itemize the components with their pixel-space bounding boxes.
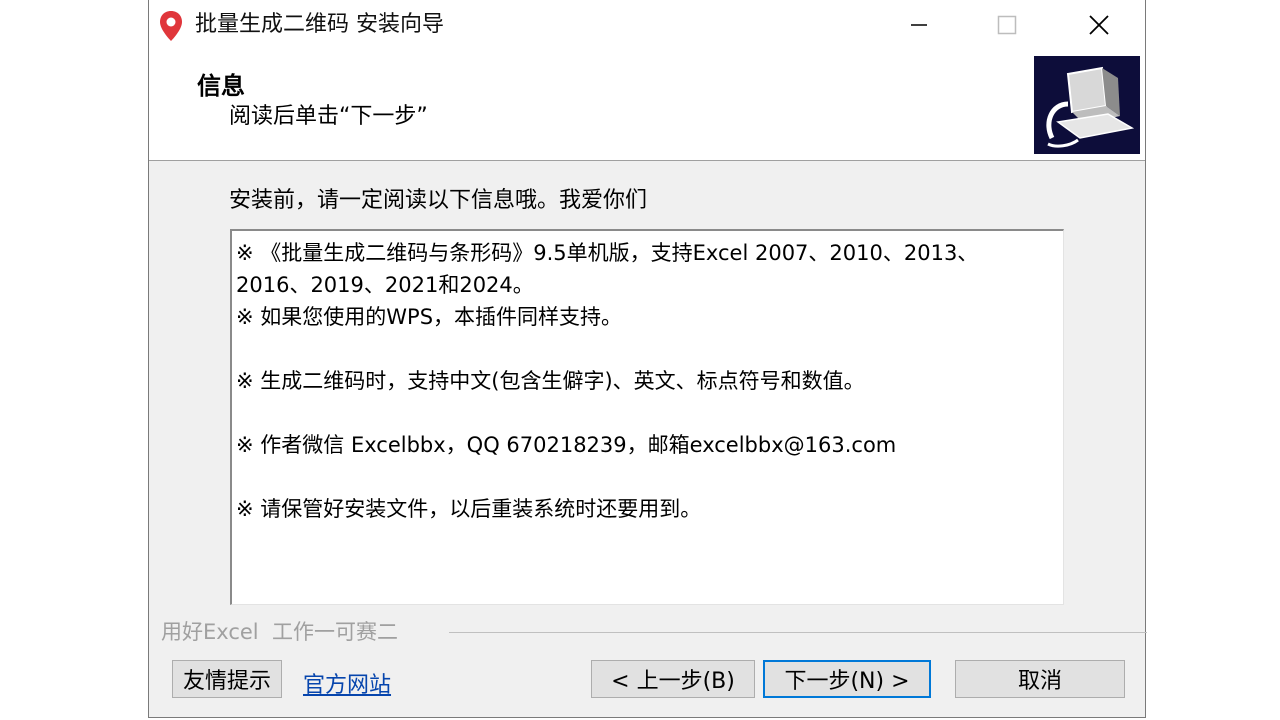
brand-slogan: 用好Excel 工作一可赛二	[161, 620, 398, 644]
tip-button[interactable]: 友情提示	[172, 660, 282, 698]
footer-divider	[449, 632, 1147, 633]
intro-text: 安装前，请一定阅读以下信息哦。我爱你们	[229, 188, 648, 213]
map-pin-icon	[160, 11, 182, 41]
website-link[interactable]: 官方网站	[303, 667, 391, 699]
next-button[interactable]: 下一步(N) >	[763, 660, 931, 698]
info-line: ※ 请保管好安装文件，以后重装系统时还要用到。	[236, 497, 702, 521]
minimize-icon	[911, 24, 927, 26]
computer-setup-icon	[1034, 56, 1140, 154]
info-line: 2016、2019、2021和2024。	[236, 273, 534, 297]
installer-window: 批量生成二维码 安装向导 信息 阅读后单击“下一步” 安装前，请一定阅读以下信息…	[148, 0, 1147, 718]
maximize-button[interactable]	[961, 0, 1053, 50]
info-memo[interactable]: ※ 《批量生成二维码与条形码》9.5单机版，支持Excel 2007、2010、…	[230, 229, 1064, 605]
page-title: 信息	[197, 72, 245, 100]
maximize-icon	[997, 15, 1017, 35]
header-image	[1034, 56, 1140, 154]
back-button[interactable]: < 上一步(B)	[591, 660, 755, 698]
info-line: ※ 《批量生成二维码与条形码》9.5单机版，支持Excel 2007、2010、…	[236, 241, 979, 265]
cancel-button[interactable]: 取消	[955, 660, 1125, 698]
window-title: 批量生成二维码 安装向导	[195, 12, 444, 37]
page-subtitle: 阅读后单击“下一步”	[229, 104, 428, 129]
title-bar: 批量生成二维码 安装向导	[149, 0, 1145, 50]
minimize-button[interactable]	[873, 0, 965, 50]
close-button[interactable]	[1053, 0, 1145, 50]
wizard-header: 信息 阅读后单击“下一步”	[149, 50, 1145, 161]
info-line: ※ 如果您使用的WPS，本插件同样支持。	[236, 305, 623, 329]
info-line: ※ 作者微信 Excelbbx，QQ 670218239，邮箱excelbbx@…	[236, 433, 897, 457]
close-icon	[1089, 15, 1109, 35]
info-line: ※ 生成二维码时，支持中文(包含生僻字)、英文、标点符号和数值。	[236, 369, 865, 393]
